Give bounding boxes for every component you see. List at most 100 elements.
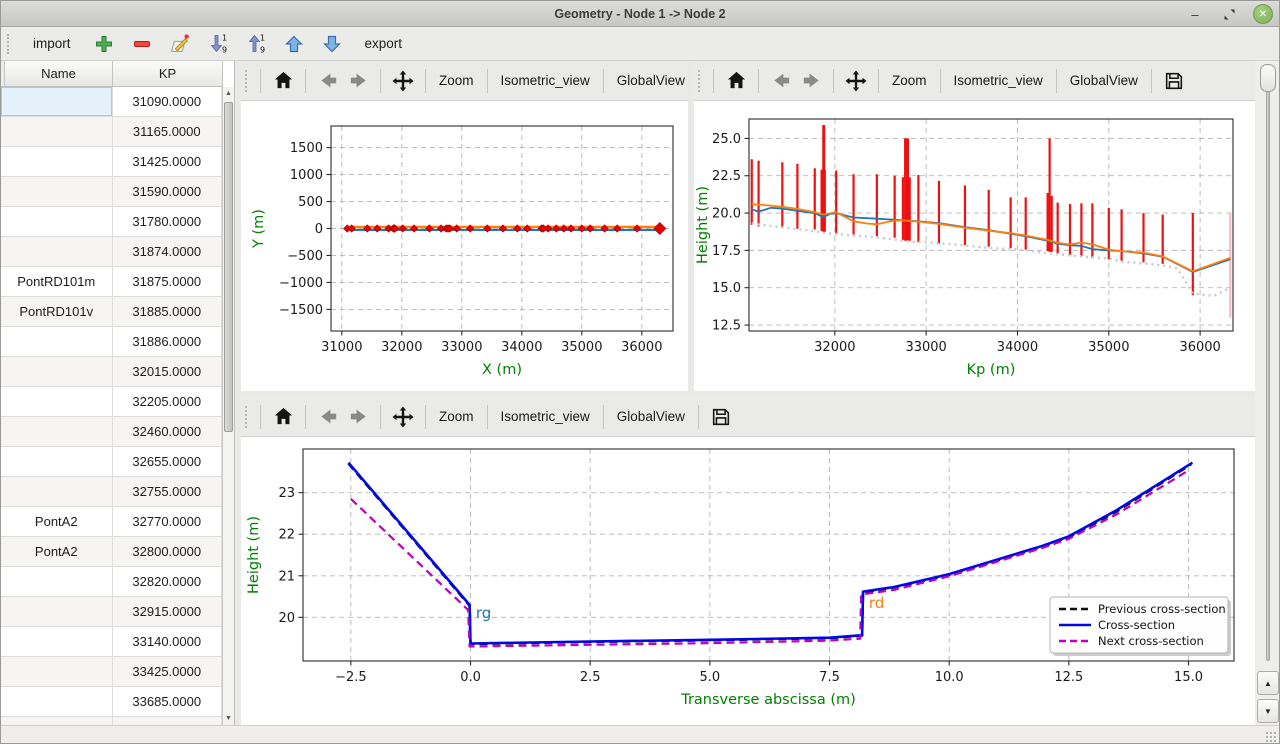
table-scrollbar[interactable]: ▲ ▼ — [222, 87, 234, 725]
cell-name[interactable] — [1, 657, 113, 687]
back-button[interactable] — [766, 66, 796, 96]
globalview-button[interactable]: GlobalView — [611, 67, 688, 94]
table-scrollbar-thumb[interactable] — [224, 102, 233, 432]
cell-kp[interactable]: 32015.0000 — [113, 357, 223, 387]
plan-view-canvas[interactable]: 310003200033000340003500036000−1500−1000… — [241, 101, 688, 391]
cell-kp[interactable]: 31425.0000 — [113, 147, 223, 177]
export-button[interactable]: export — [357, 32, 411, 55]
cell-kp[interactable]: 32205.0000 — [113, 387, 223, 417]
cell-name[interactable]: PontRD101m — [1, 267, 113, 297]
cell-kp[interactable]: 32655.0000 — [113, 447, 223, 477]
cell-name[interactable] — [1, 597, 113, 627]
minimize-button[interactable]: – — [1185, 4, 1205, 24]
cell-name[interactable] — [1, 687, 113, 717]
pan-button[interactable] — [388, 402, 418, 432]
cell-kp[interactable]: 32800.0000 — [113, 537, 223, 567]
cell-kp[interactable]: 31165.0000 — [113, 117, 223, 147]
column-header-name[interactable]: Name — [5, 61, 113, 87]
sort-descending-button[interactable]: 19 — [203, 30, 233, 58]
column-header-kp[interactable]: KP — [113, 61, 223, 87]
cell-kp[interactable]: 32755.0000 — [113, 477, 223, 507]
zoom-button[interactable]: Zoom — [433, 403, 480, 430]
scroll-down-icon[interactable]: ▼ — [223, 712, 234, 725]
cell-name[interactable] — [1, 627, 113, 657]
home-button[interactable] — [268, 402, 298, 432]
cell-name[interactable] — [1, 567, 113, 597]
forward-button[interactable] — [796, 66, 826, 96]
isometric-view-button[interactable]: Isometric_view — [495, 67, 596, 94]
table-row: 32820.0000 — [1, 567, 222, 597]
cell-name[interactable] — [1, 477, 113, 507]
sort-ascending-button[interactable]: 19 — [241, 30, 271, 58]
cell-kp[interactable]: 32460.0000 — [113, 417, 223, 447]
cell-name[interactable] — [1, 447, 113, 477]
plot-toolbar-handle[interactable] — [245, 406, 251, 428]
cell-name[interactable] — [1, 327, 113, 357]
previous-section-button[interactable]: ▲ — [1257, 671, 1279, 695]
back-button[interactable] — [313, 66, 343, 96]
import-button[interactable]: import — [25, 32, 79, 55]
cell-kp[interactable]: 33140.0000 — [113, 627, 223, 657]
maximize-button[interactable] — [1219, 4, 1239, 24]
back-button[interactable] — [313, 402, 343, 432]
cell-name[interactable] — [1, 387, 113, 417]
move-up-button[interactable] — [279, 30, 309, 58]
arrow-up-icon: ▲ — [1264, 679, 1272, 688]
edit-button[interactable] — [165, 30, 195, 58]
zoom-button[interactable]: Zoom — [433, 67, 480, 94]
long-profile-canvas[interactable]: 320003300034000350003600012.515.017.520.… — [694, 101, 1255, 391]
forward-button[interactable] — [343, 66, 373, 96]
next-section-button[interactable]: ▼ — [1257, 699, 1279, 723]
forward-button[interactable] — [343, 402, 373, 432]
add-button[interactable] — [89, 30, 119, 58]
cell-kp[interactable]: 32915.0000 — [113, 597, 223, 627]
cell-name[interactable] — [1, 177, 113, 207]
cell-name[interactable] — [1, 357, 113, 387]
section-slider-track[interactable] — [1266, 70, 1270, 661]
cell-kp[interactable]: 32770.0000 — [113, 507, 223, 537]
cell-kp[interactable]: 31885.0000 — [113, 297, 223, 327]
cell-name[interactable] — [1, 207, 113, 237]
section-slider-thumb[interactable] — [1260, 64, 1276, 92]
section-slider[interactable] — [1255, 64, 1280, 667]
remove-icon — [132, 34, 152, 54]
close-button[interactable]: ✕ — [1253, 4, 1273, 24]
cell-kp[interactable]: 33425.0000 — [113, 657, 223, 687]
cell-kp[interactable]: 31875.0000 — [113, 267, 223, 297]
cell-name[interactable] — [1, 147, 113, 177]
pan-button[interactable] — [388, 66, 418, 96]
plot-toolbar-handle[interactable] — [698, 70, 704, 92]
cross-section-canvas[interactable]: −2.50.02.55.07.510.012.515.020212223Tran… — [241, 437, 1255, 725]
save-figure-button[interactable] — [1159, 66, 1189, 96]
cell-kp[interactable]: 32820.0000 — [113, 567, 223, 597]
cell-kp[interactable]: 31090.0000 — [113, 87, 223, 117]
cell-kp[interactable]: 31780.0000 — [113, 207, 223, 237]
cell-kp[interactable]: 31590.0000 — [113, 177, 223, 207]
cell-name[interactable] — [1, 237, 113, 267]
remove-button[interactable] — [127, 30, 157, 58]
cell-kp[interactable]: 33685.0000 — [113, 687, 223, 717]
pan-button[interactable] — [841, 66, 871, 96]
cell-name[interactable]: PontA2 — [1, 507, 113, 537]
save-figure-button[interactable] — [706, 402, 736, 432]
home-button[interactable] — [268, 66, 298, 96]
zoom-button[interactable]: Zoom — [886, 67, 933, 94]
cell-name[interactable] — [1, 87, 113, 117]
isometric-view-button[interactable]: Isometric_view — [495, 403, 596, 430]
globalview-button[interactable]: GlobalView — [1064, 67, 1144, 94]
home-button[interactable] — [721, 66, 751, 96]
cell-name[interactable] — [1, 417, 113, 447]
cell-kp[interactable]: 31874.0000 — [113, 237, 223, 267]
titlebar[interactable]: Geometry - Node 1 -> Node 2 – ✕ — [1, 1, 1279, 27]
cell-name[interactable]: PontA2 — [1, 537, 113, 567]
toolbar-drag-handle[interactable] — [7, 34, 13, 54]
cell-name[interactable] — [1, 117, 113, 147]
plot-toolbar-handle[interactable] — [245, 70, 251, 92]
scroll-up-icon[interactable]: ▲ — [223, 87, 234, 100]
globalview-button[interactable]: GlobalView — [611, 403, 691, 430]
isometric-view-button[interactable]: Isometric_view — [948, 67, 1049, 94]
resize-grip[interactable] — [1265, 731, 1277, 743]
move-down-button[interactable] — [317, 30, 347, 58]
cell-kp[interactable]: 31886.0000 — [113, 327, 223, 357]
cell-name[interactable]: PontRD101v — [1, 297, 113, 327]
